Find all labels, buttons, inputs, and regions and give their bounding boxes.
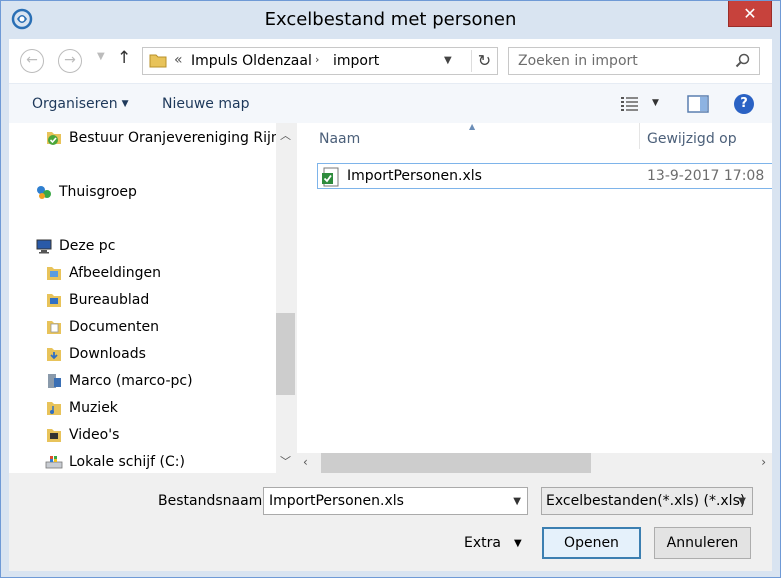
column-header-name[interactable]: Naam	[319, 131, 360, 147]
search-placeholder: Zoeken in import	[518, 53, 638, 69]
search-icon[interactable]	[735, 53, 750, 68]
chevron-right-icon[interactable]: ›	[761, 455, 766, 469]
window-title: Excelbestand met personen	[264, 9, 517, 30]
scrollbar-thumb[interactable]	[321, 453, 591, 473]
arrow-left-icon: ←	[26, 52, 38, 68]
chevron-down-icon[interactable]: ▼	[513, 496, 521, 507]
title-bar[interactable]: Excelbestand met personen ✕	[1, 1, 780, 39]
file-name: ImportPersonen.xls	[347, 168, 482, 184]
nav-label: Video's	[69, 427, 120, 443]
file-list: ▲ Naam Gewijzigd op ImportPersonen.xls 1…	[297, 123, 772, 453]
computer-icon	[36, 239, 52, 254]
folder-pictures-icon	[47, 267, 61, 280]
filename-input[interactable]: ImportPersonen.xls ▼	[263, 487, 528, 515]
chevron-down-icon: ▼	[121, 99, 129, 109]
chevron-left-icon[interactable]: ‹	[303, 455, 308, 469]
nav-label: Bureaublad	[69, 292, 150, 308]
folder-icon	[149, 54, 167, 68]
close-button[interactable]: ✕	[728, 1, 772, 27]
navpane-vertical-scrollbar[interactable]: ︿ ﹀	[276, 123, 295, 473]
recent-locations-dropdown[interactable]: ▼	[97, 51, 105, 62]
filename-value: ImportPersonen.xls	[269, 493, 404, 509]
file-modified: 13-9-2017 17:08	[647, 168, 765, 184]
organize-label: Organiseren	[32, 96, 118, 112]
dialog-client: ← → ▼ ↑ « Impuls Oldenzaal › import ▼ ↻	[9, 39, 772, 571]
view-details-icon[interactable]	[620, 96, 640, 112]
extra-button[interactable]: Extra	[464, 535, 501, 551]
back-button[interactable]: ←	[20, 49, 44, 73]
nav-label: Documenten	[69, 319, 160, 335]
preview-pane-icon[interactable]	[687, 95, 709, 113]
refresh-button[interactable]: ↻	[471, 50, 497, 72]
address-segment-impuls-oldenzaal[interactable]: Impuls Oldenzaal	[191, 53, 312, 69]
folder-desktop-icon	[47, 294, 61, 307]
excel-folder-icon	[47, 132, 61, 145]
homegroup-icon	[37, 186, 51, 199]
address-overflow-chevron[interactable]: «	[174, 52, 183, 68]
folder-videos-icon	[47, 429, 61, 442]
new-folder-button[interactable]: Nieuwe map	[162, 96, 249, 112]
file-open-dialog: Excelbestand met personen ✕ ← → ▼ ↑ « Im…	[0, 0, 781, 578]
nav-label: Deze pc	[59, 238, 116, 254]
user-network-icon	[48, 374, 61, 388]
chevron-down-icon[interactable]: ▼	[738, 496, 746, 507]
nav-label: Lokale schijf (C:)	[69, 454, 185, 470]
folder-documents-icon	[47, 321, 61, 334]
chevron-down-icon[interactable]: ▼	[514, 538, 522, 549]
column-header-modified[interactable]: Gewijzigd op	[647, 131, 737, 147]
dialog-footer: Bestandsnaam: ImportPersonen.xls ▼ Excel…	[9, 473, 772, 571]
arrow-right-icon: →	[64, 52, 76, 68]
nav-label: Bestuur Oranjevereniging Rijnsa	[69, 130, 295, 146]
scrollbar-thumb[interactable]	[276, 313, 295, 395]
chevron-down-icon[interactable]: ﹀	[280, 453, 291, 469]
cancel-button[interactable]: Annuleren	[654, 527, 751, 559]
filetype-value: Excelbestanden(*.xls) (*.xls)	[546, 493, 746, 509]
folder-downloads-icon	[47, 348, 61, 361]
organize-button[interactable]: Organiseren ▼	[32, 96, 129, 112]
filelist-horizontal-scrollbar[interactable]: ‹ ›	[297, 453, 772, 473]
nav-label: Downloads	[69, 346, 146, 362]
drive-icon	[45, 456, 63, 469]
forward-button[interactable]: →	[58, 49, 82, 73]
address-bar[interactable]: « Impuls Oldenzaal › import ▼ ↻	[142, 47, 498, 75]
chevron-up-icon[interactable]: ︿	[280, 127, 291, 143]
nav-label: Afbeeldingen	[69, 265, 162, 281]
up-button[interactable]: ↑	[117, 48, 131, 68]
command-toolbar: Organiseren ▼ Nieuwe map ▼ ?	[9, 83, 772, 123]
nav-label: Marco (marco-pc)	[69, 373, 193, 389]
navigation-bar: ← → ▼ ↑ « Impuls Oldenzaal › import ▼ ↻	[9, 39, 772, 83]
sort-ascending-icon: ▲	[469, 123, 476, 131]
file-row-importpersonen[interactable]: ImportPersonen.xls 13-9-2017 17:08	[317, 163, 772, 189]
address-dropdown-icon[interactable]: ▼	[444, 55, 452, 66]
navigation-pane: Bestuur Oranjevereniging Rijnsa Thuisgro…	[9, 123, 295, 473]
column-divider[interactable]	[639, 123, 640, 149]
address-separator-icon[interactable]: ›	[315, 53, 319, 66]
help-button[interactable]: ?	[734, 94, 754, 114]
arrow-up-icon: ↑	[117, 48, 132, 68]
nav-label: Thuisgroep	[59, 184, 137, 200]
excel-file-icon	[322, 167, 339, 187]
search-input[interactable]: Zoeken in import	[508, 47, 760, 75]
open-button[interactable]: Openen	[542, 527, 641, 559]
filetype-select[interactable]: Excelbestanden(*.xls) (*.xls) ▼	[541, 487, 753, 515]
view-options-dropdown[interactable]: ▼	[652, 98, 659, 108]
filename-label: Bestandsnaam:	[158, 493, 268, 509]
address-segment-import[interactable]: import	[333, 53, 379, 69]
refresh-icon: ↻	[477, 51, 492, 70]
nav-label: Muziek	[69, 400, 118, 416]
folder-music-icon	[47, 402, 61, 415]
